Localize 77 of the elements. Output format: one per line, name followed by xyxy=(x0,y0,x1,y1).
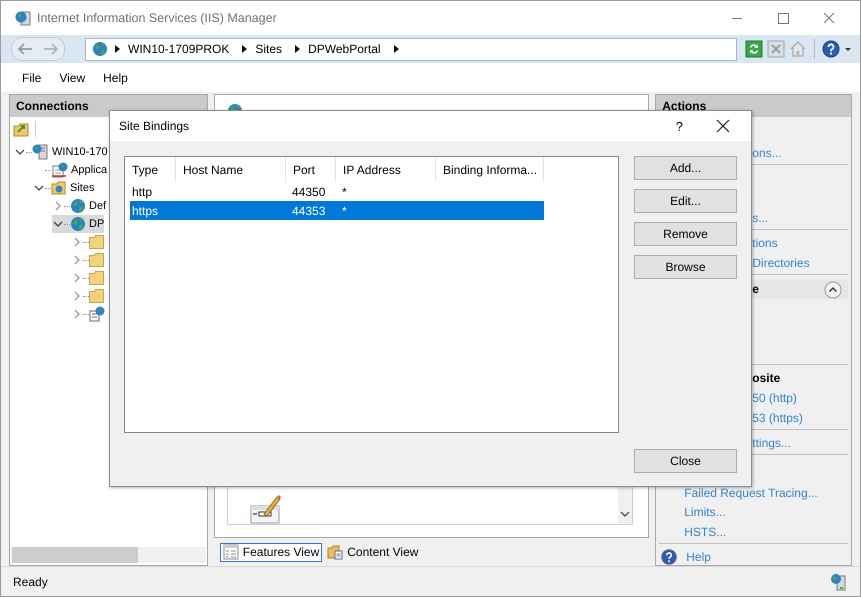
chevron-right-icon[interactable] xyxy=(72,309,82,319)
menu-item[interactable]: File xyxy=(13,70,50,84)
address-field[interactable]: WIN10-1709PROK Sites DPWebPortal xyxy=(85,38,737,60)
column-header[interactable]: Host Name xyxy=(176,157,286,182)
tree-item[interactable]: Sites xyxy=(33,179,94,197)
dialog-button[interactable]: Remove xyxy=(634,222,737,246)
server-status-icon xyxy=(830,572,848,590)
breadcrumb-item[interactable]: WIN10-1709PROK xyxy=(128,42,230,56)
table-cell-text: https xyxy=(131,204,160,218)
chevron-right-icon[interactable] xyxy=(72,273,82,283)
app-icon xyxy=(15,10,31,26)
menu-item[interactable]: View xyxy=(50,70,94,84)
table-cell-text: http xyxy=(131,184,154,198)
column-header[interactable]: Type xyxy=(125,157,176,182)
column-header[interactable]: IP Address xyxy=(336,157,436,182)
status-text: Ready xyxy=(13,574,48,588)
refresh-icon[interactable] xyxy=(745,40,763,58)
web-document-icon xyxy=(89,306,105,322)
collapse-icon[interactable] xyxy=(824,280,842,298)
view-tab[interactable]: Content View xyxy=(324,542,422,562)
breadcrumb-item[interactable]: Sites xyxy=(255,42,282,56)
chevron-down-icon[interactable] xyxy=(620,510,630,518)
chevron-right-icon[interactable] xyxy=(53,201,63,211)
window-title: Internet Information Services (IIS) Manager xyxy=(37,11,278,25)
features-view-icon[interactable] xyxy=(222,544,239,560)
folder-icon xyxy=(89,289,105,303)
table-cell-text: 44353 xyxy=(291,204,326,218)
action-heading: osite xyxy=(751,370,782,387)
breadcrumb-item[interactable]: DPWebPortal xyxy=(308,42,381,56)
globe-icon xyxy=(92,41,108,57)
arrow-icon[interactable] xyxy=(294,44,302,54)
connect-icon[interactable] xyxy=(13,121,29,137)
help-icon xyxy=(661,549,678,565)
binding-row[interactable]: https 44353 * xyxy=(130,201,544,220)
menu-item[interactable]: Help xyxy=(94,70,137,84)
arrow-icon[interactable] xyxy=(392,44,401,54)
home-icon[interactable] xyxy=(789,40,807,58)
chevron-down-icon[interactable] xyxy=(15,147,25,157)
table-cell-text: * xyxy=(341,184,348,198)
arrow-icon[interactable] xyxy=(114,44,122,54)
dialog-button[interactable]: Browse xyxy=(634,255,737,279)
dialog-button[interactable]: Edit... xyxy=(634,189,737,213)
globe-icon xyxy=(70,198,86,214)
app-pool-icon xyxy=(51,162,68,178)
section-title: e xyxy=(751,281,759,298)
chevron-down-icon[interactable] xyxy=(34,183,44,193)
folder-icon xyxy=(89,271,105,285)
folder-globe-icon xyxy=(51,180,67,196)
tree-item[interactable]: WIN10-170 xyxy=(14,143,108,161)
table-cell-text: * xyxy=(341,204,348,218)
dialog-title: Site Bindings xyxy=(119,119,190,133)
view-tab[interactable]: Features View xyxy=(220,542,322,562)
column-header[interactable]: Port xyxy=(286,157,336,182)
scrollbar[interactable] xyxy=(11,547,206,563)
close-icon[interactable] xyxy=(716,119,730,133)
tree-item[interactable]: DP xyxy=(52,215,104,233)
server-icon xyxy=(32,144,49,160)
binding-row[interactable]: http 44350 * xyxy=(130,182,544,201)
scrollbar-thumb[interactable] xyxy=(12,547,138,563)
content-view-icon[interactable] xyxy=(327,544,344,560)
dialog-button[interactable]: Add... xyxy=(634,156,737,180)
globe-icon xyxy=(70,216,86,232)
help-icon[interactable] xyxy=(822,40,840,58)
help-button[interactable]: ? xyxy=(676,118,683,134)
table-cell-text: 44350 xyxy=(291,184,326,198)
chevron-right-icon[interactable] xyxy=(72,291,82,301)
chevron-right-icon[interactable] xyxy=(72,255,82,265)
folder-icon xyxy=(89,253,105,267)
tree-item[interactable]: Def xyxy=(52,197,106,215)
close-button[interactable]: Close xyxy=(634,449,737,473)
tree-item[interactable]: Applica xyxy=(33,161,108,179)
chevron-down-icon[interactable] xyxy=(53,219,63,229)
form-edit-icon xyxy=(250,494,282,524)
arrow-icon[interactable] xyxy=(241,44,250,54)
folder-icon xyxy=(89,235,105,249)
column-header[interactable]: Binding Informa... xyxy=(436,157,544,182)
chevron-right-icon[interactable] xyxy=(72,237,82,247)
